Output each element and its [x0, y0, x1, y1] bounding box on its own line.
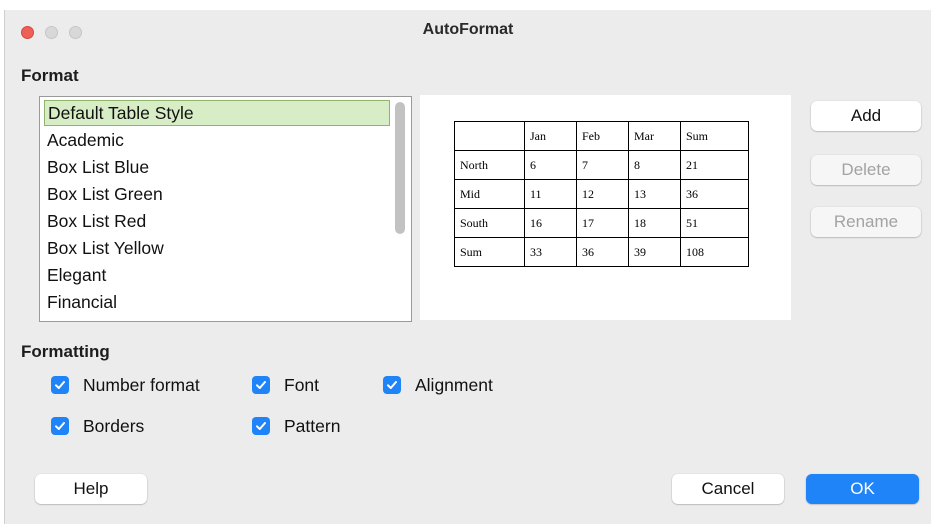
borders-checkbox[interactable]	[51, 417, 69, 435]
preview-cell: Jan	[524, 121, 577, 151]
preview-cell: 18	[628, 208, 681, 238]
preview-cell: 33	[524, 237, 577, 267]
preview-cell: Mid	[454, 179, 525, 209]
preview-cell: 16	[524, 208, 577, 238]
borders-label: Borders	[83, 416, 145, 436]
preview-cell	[454, 121, 525, 151]
preview-cell: 12	[576, 179, 629, 209]
font-checkbox[interactable]	[252, 376, 270, 394]
checkmark-icon	[55, 381, 65, 389]
preview-cell: 21	[680, 150, 749, 180]
formatting-section-label: Formatting	[21, 342, 110, 361]
list-item-financial[interactable]: Financial	[44, 289, 117, 315]
help-button[interactable]: Help	[35, 474, 147, 504]
preview-row: South 16 17 18 51	[454, 208, 749, 238]
number-format-checkbox[interactable]	[51, 376, 69, 394]
preview-cell: 51	[680, 208, 749, 238]
list-item-academic[interactable]: Academic	[44, 127, 124, 153]
rename-button[interactable]: Rename	[811, 207, 921, 237]
preview-cell: Mar	[628, 121, 681, 151]
preview-cell: 8	[628, 150, 681, 180]
dialog-title: AutoFormat	[422, 21, 514, 38]
delete-button[interactable]: Delete	[811, 155, 921, 185]
preview-table: Jan Feb Mar Sum North 6 7 8 21 Mid 11 12…	[454, 121, 749, 267]
preview-cell: 108	[680, 237, 749, 267]
checkmark-icon	[387, 381, 397, 389]
preview-cell: North	[454, 150, 525, 180]
list-item-box-list-yellow[interactable]: Box List Yellow	[44, 235, 164, 261]
alignment-label: Alignment	[415, 375, 493, 395]
table-style-list[interactable]: Default Table Style Academic Box List Bl…	[39, 96, 412, 322]
checkmark-icon	[256, 422, 266, 430]
font-label: Font	[284, 375, 320, 395]
preview-cell: South	[454, 208, 525, 238]
preview-row: Mid 11 12 13 36	[454, 179, 749, 209]
preview-cell: 13	[628, 179, 681, 209]
preview-cell: Feb	[576, 121, 629, 151]
list-item-elegant[interactable]: Elegant	[44, 262, 106, 288]
autoformat-dialog: AutoFormat Format Default Table Style Ac…	[4, 10, 931, 524]
preview-cell: 17	[576, 208, 629, 238]
preview-row: Jan Feb Mar Sum	[454, 121, 749, 151]
preview-cell: 6	[524, 150, 577, 180]
list-item-default-table-style[interactable]: Default Table Style	[44, 100, 390, 126]
preview-cell: Sum	[454, 237, 525, 267]
style-preview: Jan Feb Mar Sum North 6 7 8 21 Mid 11 12…	[420, 95, 791, 320]
ok-button[interactable]: OK	[806, 474, 919, 504]
preview-cell: 39	[628, 237, 681, 267]
preview-cell: 11	[524, 179, 577, 209]
list-scrollbar-thumb[interactable]	[395, 102, 405, 234]
add-button[interactable]: Add	[811, 101, 921, 131]
preview-cell: 7	[576, 150, 629, 180]
alignment-checkbox[interactable]	[383, 376, 401, 394]
list-item-box-list-green[interactable]: Box List Green	[44, 181, 163, 207]
preview-cell: 36	[576, 237, 629, 267]
list-item-box-list-red[interactable]: Box List Red	[44, 208, 146, 234]
number-format-label: Number format	[83, 375, 200, 395]
title-bar: AutoFormat	[5, 10, 931, 54]
preview-row: Sum 33 36 39 108	[454, 237, 749, 267]
checkmark-icon	[256, 381, 266, 389]
format-section-label: Format	[21, 66, 79, 85]
preview-cell: Sum	[680, 121, 749, 151]
cancel-button[interactable]: Cancel	[672, 474, 784, 504]
list-item-box-list-blue[interactable]: Box List Blue	[44, 154, 149, 180]
pattern-label: Pattern	[284, 416, 341, 436]
checkmark-icon	[55, 422, 65, 430]
preview-row: North 6 7 8 21	[454, 150, 749, 180]
preview-cell: 36	[680, 179, 749, 209]
pattern-checkbox[interactable]	[252, 417, 270, 435]
